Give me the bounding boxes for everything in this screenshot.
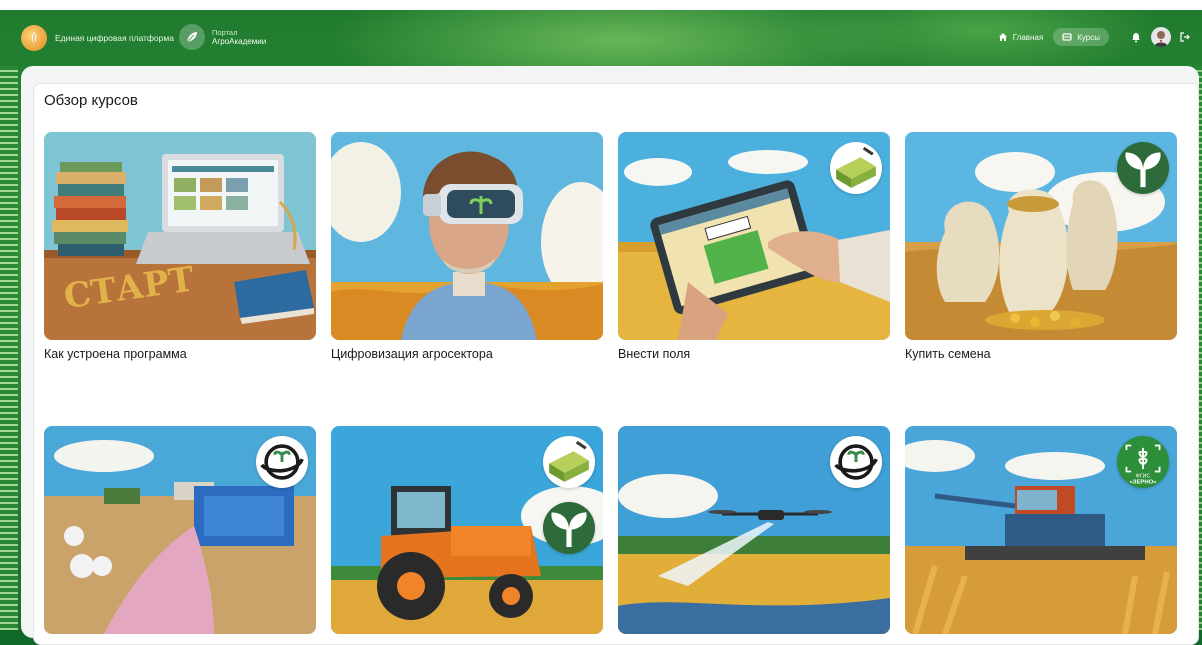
course-image-farmer-vr — [331, 132, 603, 340]
user-avatar[interactable] — [1151, 27, 1171, 47]
platform-brand[interactable]: Единая цифровая платформа — [21, 25, 174, 51]
nav-home-link[interactable]: Главная — [998, 32, 1043, 42]
sprout-icon — [1117, 142, 1169, 194]
field-map-icon — [830, 142, 882, 194]
platform-name: Единая цифровая платформа — [55, 33, 174, 43]
course-card[interactable]: Купить семена — [905, 132, 1177, 361]
courses-icon — [1062, 33, 1072, 41]
planet-sprout-icon — [830, 436, 882, 488]
course-image-fertilizer-spreader — [44, 426, 316, 634]
portal-name: АгроАкадемии — [212, 36, 267, 46]
fgis-label-bottom: «ЗЕРНО» — [1130, 479, 1158, 485]
course-title: Цифровизация агросектора — [331, 347, 493, 361]
course-card[interactable] — [44, 426, 316, 641]
planet-sprout-icon — [256, 436, 308, 488]
top-nav: Главная Курсы — [998, 27, 1190, 47]
top-header: Единая цифровая платформа Портал АгроАка… — [0, 10, 1202, 66]
decorative-stripes-left — [0, 66, 18, 630]
course-image-orange-tractor — [331, 426, 603, 634]
course-card[interactable]: СТАРТ Как устроена программа — [44, 132, 316, 361]
page-title: Обзор курсов — [44, 92, 138, 109]
nav-courses-link[interactable]: Курсы — [1053, 28, 1109, 46]
course-title: Внести поля — [618, 347, 691, 361]
course-card[interactable] — [618, 426, 890, 641]
fgis-zerno-icon: ФГИС «ЗЕРНО» — [1117, 436, 1169, 488]
course-card[interactable] — [331, 426, 603, 641]
course-title: Купить семена — [905, 347, 991, 361]
notifications-button[interactable] — [1131, 32, 1141, 43]
portal-caption: Портал — [212, 27, 238, 37]
course-title: Как устроена программа — [44, 347, 187, 361]
course-image-books-laptop: СТАРТ — [44, 132, 316, 340]
bell-icon — [1132, 32, 1140, 42]
nav-courses-label: Курсы — [1077, 32, 1100, 42]
course-card[interactable]: Цифровизация агросектора — [331, 132, 603, 361]
home-icon — [998, 33, 1007, 41]
portal-brand[interactable]: Портал АгроАкадемии — [179, 24, 266, 50]
platform-logo-icon — [21, 25, 47, 51]
logout-icon — [1180, 32, 1190, 42]
course-image-seed-sacks — [905, 132, 1177, 340]
browser-top-strip — [0, 0, 1202, 10]
course-card[interactable]: ФГИС «ЗЕРНО» — [905, 426, 1177, 641]
nav-home-label: Главная — [1012, 32, 1044, 42]
course-image-tablet-field — [618, 132, 890, 340]
logout-button[interactable] — [1180, 32, 1190, 42]
course-image-combine-harvester: ФГИС «ЗЕРНО» — [905, 426, 1177, 634]
leaf-icon — [179, 24, 205, 50]
sprout-icon — [543, 502, 595, 554]
course-card[interactable]: Внести поля — [618, 132, 890, 361]
course-image-spraying-drone — [618, 426, 890, 634]
